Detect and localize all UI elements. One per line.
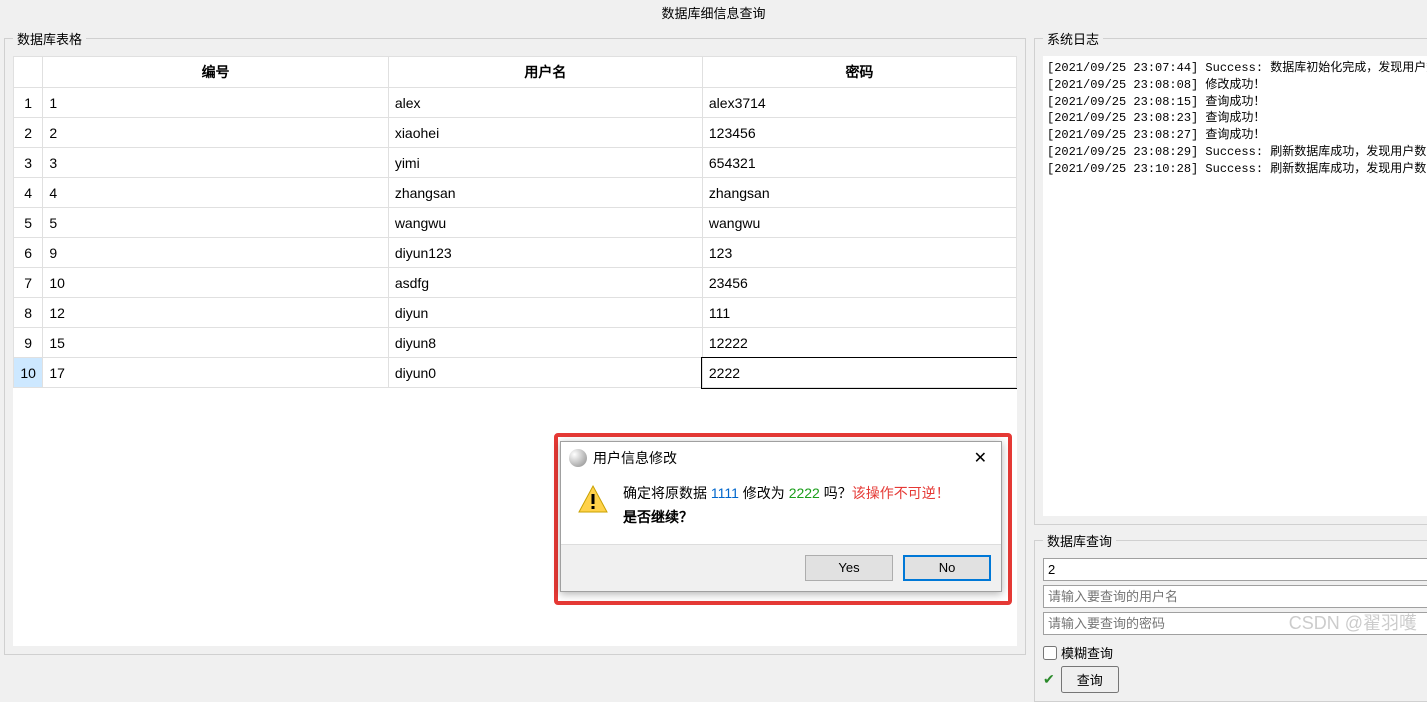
fuzzy-label: 模糊查询 bbox=[1061, 643, 1113, 662]
col-header-user[interactable]: 用户名 bbox=[388, 57, 702, 88]
row-index[interactable]: 8 bbox=[14, 298, 43, 328]
cell-user[interactable]: zhangsan bbox=[388, 178, 702, 208]
cell-id[interactable]: 1 bbox=[43, 88, 389, 118]
cell-pwd[interactable]: zhangsan bbox=[702, 178, 1016, 208]
data-table[interactable]: 编号 用户名 密码 11alexalex371422xiaohei1234563… bbox=[13, 56, 1017, 388]
log-groupbox: 系统日志 [2021/09/25 23:07:44] Success: 数据库初… bbox=[1034, 29, 1427, 525]
cell-id[interactable]: 9 bbox=[43, 238, 389, 268]
close-icon[interactable]: ✕ bbox=[968, 448, 993, 468]
window-title: 数据库细信息查询 bbox=[0, 0, 1427, 25]
query-groupbox: 数据库查询 模糊查询 ✔ 查询 bbox=[1034, 531, 1427, 702]
row-index[interactable]: 3 bbox=[14, 148, 43, 178]
log-line: [2021/09/25 23:07:44] Success: 数据库初始化完成，… bbox=[1047, 60, 1427, 77]
table-row[interactable]: 69diyun123123 bbox=[14, 238, 1017, 268]
query-group-title: 数据库查询 bbox=[1043, 531, 1116, 550]
query-button[interactable]: 查询 bbox=[1061, 666, 1119, 693]
col-header-pwd[interactable]: 密码 bbox=[702, 57, 1016, 88]
cell-pwd[interactable]: 123456 bbox=[702, 118, 1016, 148]
table-row[interactable]: 812diyun111 bbox=[14, 298, 1017, 328]
table-row[interactable]: 22xiaohei123456 bbox=[14, 118, 1017, 148]
warning-icon bbox=[577, 484, 609, 516]
row-index[interactable]: 4 bbox=[14, 178, 43, 208]
log-group-title: 系统日志 bbox=[1043, 29, 1103, 48]
cell-id[interactable]: 3 bbox=[43, 148, 389, 178]
cell-id[interactable]: 10 bbox=[43, 268, 389, 298]
table-row[interactable]: 44zhangsanzhangsan bbox=[14, 178, 1017, 208]
cell-pwd[interactable]: 654321 bbox=[702, 148, 1016, 178]
dialog-message: 确定将原数据 1111 修改为 2222 吗？该操作不可逆！ 是否继续？ bbox=[623, 482, 950, 530]
cell-id[interactable]: 17 bbox=[43, 358, 389, 388]
query-user-input[interactable] bbox=[1043, 585, 1427, 608]
cell-pwd[interactable]: 123 bbox=[702, 238, 1016, 268]
row-index[interactable]: 2 bbox=[14, 118, 43, 148]
log-line: [2021/09/25 23:08:15] 查询成功！ bbox=[1047, 94, 1427, 111]
cell-id[interactable]: 5 bbox=[43, 208, 389, 238]
query-id-input[interactable] bbox=[1043, 558, 1427, 581]
app-icon bbox=[569, 449, 587, 467]
cell-pwd[interactable]: 12222 bbox=[702, 328, 1016, 358]
cell-user[interactable]: diyun123 bbox=[388, 238, 702, 268]
yes-button[interactable]: Yes bbox=[805, 555, 893, 581]
row-index[interactable]: 7 bbox=[14, 268, 43, 298]
log-line: [2021/09/25 23:08:27] 查询成功！ bbox=[1047, 127, 1427, 144]
log-textarea[interactable]: [2021/09/25 23:07:44] Success: 数据库初始化完成，… bbox=[1043, 56, 1427, 516]
row-index[interactable]: 5 bbox=[14, 208, 43, 238]
row-index[interactable]: 6 bbox=[14, 238, 43, 268]
table-row[interactable]: 11alexalex3714 bbox=[14, 88, 1017, 118]
row-index[interactable]: 1 bbox=[14, 88, 43, 118]
table-group-title: 数据库表格 bbox=[13, 29, 86, 48]
cell-pwd[interactable]: 23456 bbox=[702, 268, 1016, 298]
log-line: [2021/09/25 23:08:23] 查询成功！ bbox=[1047, 110, 1427, 127]
cell-pwd[interactable]: 111 bbox=[702, 298, 1016, 328]
table-row[interactable]: 915diyun812222 bbox=[14, 328, 1017, 358]
row-index[interactable]: 10 bbox=[14, 358, 43, 388]
no-button[interactable]: No bbox=[903, 555, 991, 581]
cell-pwd[interactable]: wangwu bbox=[702, 208, 1016, 238]
cell-user[interactable]: diyun bbox=[388, 298, 702, 328]
cell-user[interactable]: yimi bbox=[388, 148, 702, 178]
dialog-title: 用户信息修改 bbox=[593, 448, 677, 468]
table-row[interactable]: 1017diyun02222 bbox=[14, 358, 1017, 388]
fuzzy-checkbox[interactable] bbox=[1043, 646, 1057, 660]
query-pwd-input[interactable] bbox=[1043, 612, 1427, 635]
table-row[interactable]: 55wangwuwangwu bbox=[14, 208, 1017, 238]
check-icon: ✔ bbox=[1043, 671, 1055, 688]
row-index[interactable]: 9 bbox=[14, 328, 43, 358]
log-line: [2021/09/25 23:10:28] Success: 刷新数据库成功，发… bbox=[1047, 161, 1427, 178]
cell-user[interactable]: xiaohei bbox=[388, 118, 702, 148]
cell-user[interactable]: diyun8 bbox=[388, 328, 702, 358]
cell-id[interactable]: 4 bbox=[43, 178, 389, 208]
col-header-id[interactable]: 编号 bbox=[43, 57, 389, 88]
cell-user[interactable]: wangwu bbox=[388, 208, 702, 238]
cell-pwd[interactable]: 2222 bbox=[702, 358, 1016, 388]
cell-user[interactable]: asdfg bbox=[388, 268, 702, 298]
cell-id[interactable]: 2 bbox=[43, 118, 389, 148]
cell-user[interactable]: diyun0 bbox=[388, 358, 702, 388]
cell-pwd[interactable]: alex3714 bbox=[702, 88, 1016, 118]
cell-user[interactable]: alex bbox=[388, 88, 702, 118]
log-line: [2021/09/25 23:08:29] Success: 刷新数据库成功，发… bbox=[1047, 144, 1427, 161]
corner-header bbox=[14, 57, 43, 88]
confirm-dialog: 用户信息修改 ✕ 确定将原数据 1111 修改为 2222 吗？该操作不可逆！ … bbox=[560, 441, 1002, 592]
table-row[interactable]: 710asdfg23456 bbox=[14, 268, 1017, 298]
table-row[interactable]: 33yimi654321 bbox=[14, 148, 1017, 178]
cell-id[interactable]: 15 bbox=[43, 328, 389, 358]
log-line: [2021/09/25 23:08:08] 修改成功！ bbox=[1047, 77, 1427, 94]
cell-id[interactable]: 12 bbox=[43, 298, 389, 328]
dialog-titlebar[interactable]: 用户信息修改 ✕ bbox=[561, 442, 1001, 474]
